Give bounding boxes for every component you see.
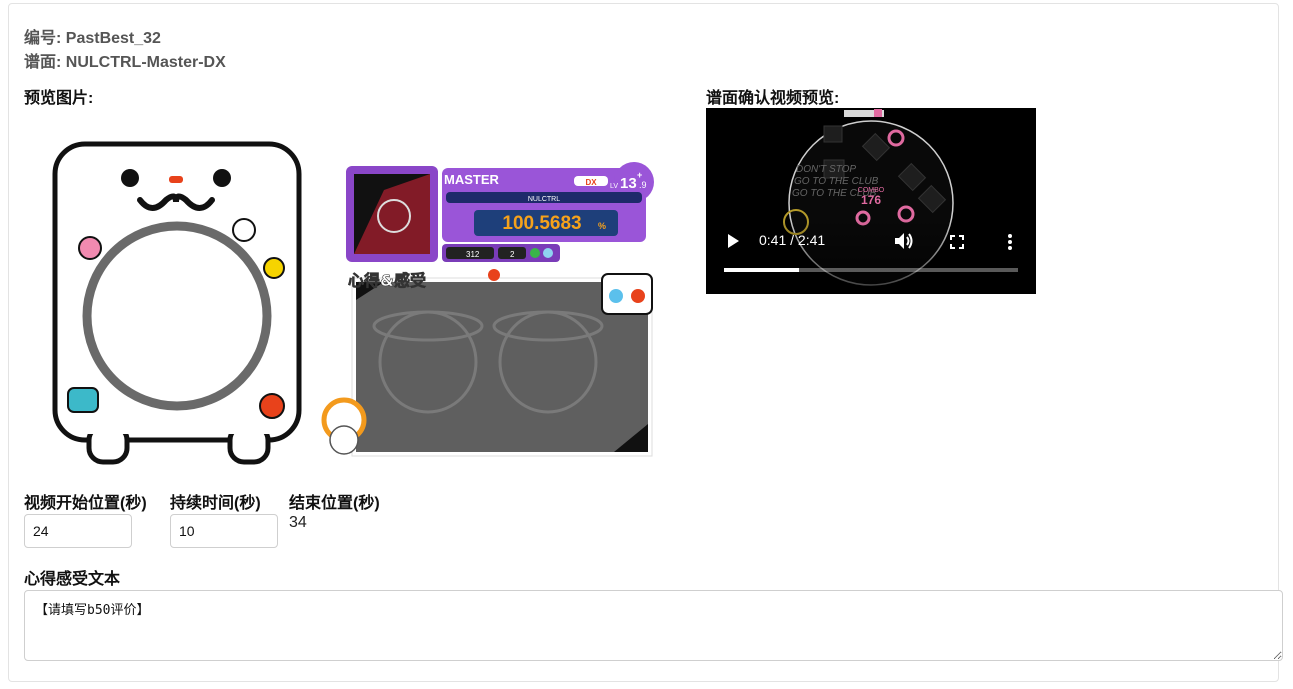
comment-panel: 心得&感受 (321, 269, 653, 457)
overlay-line-2: GO TO THE CLUB (794, 176, 879, 187)
preview-image: MASTER DX LV 13 + .9 NULCTRL 100.5683 % … (52, 141, 654, 465)
preview-image-label: 预览图片: (24, 90, 94, 107)
start-label: 视频开始位置(秒) (24, 495, 147, 512)
dx-tag: DX (585, 178, 597, 187)
play-icon[interactable] (726, 233, 740, 249)
fullscreen-icon[interactable] (950, 235, 964, 249)
video-progress-track[interactable] (724, 268, 1018, 272)
start-input[interactable] (24, 514, 132, 548)
difficulty-text: MASTER (444, 172, 500, 187)
song-title: NULCTRL (528, 196, 560, 203)
level-plus: + (637, 170, 642, 180)
video-preview-label: 谱面确认视频预览: (706, 90, 840, 107)
achievement-unit: % (598, 221, 606, 231)
video-time: 0:41 / 2:41 (759, 232, 826, 248)
comment-label: 心得感受文本 (24, 571, 121, 588)
entry-id: 编号: PastBest_32 (24, 30, 161, 47)
stat-b: 2 (510, 250, 515, 259)
comment-textarea[interactable]: 【请填写b50评价】 (24, 590, 1283, 661)
end-value: 34 (289, 514, 307, 531)
combo-value: 176 (861, 193, 881, 207)
video-player[interactable]: DON'T STOP GO TO THE CLUB GO TO THE CLUB… (706, 108, 1036, 294)
video-progress-fill (724, 268, 799, 272)
overlay-line-1: DON'T STOP (796, 164, 856, 175)
chart-name: 谱面: NULCTRL-Master-DX (24, 54, 226, 71)
volume-icon[interactable] (894, 232, 914, 250)
level-sub: .9 (639, 180, 647, 190)
mascot-frame (52, 141, 302, 465)
more-icon[interactable] (1007, 233, 1013, 251)
comment-title: 心得&感受 (348, 271, 426, 290)
duration-label: 持续时间(秒) (170, 495, 261, 512)
stat-a: 312 (466, 250, 480, 259)
level-text: 13 (620, 175, 637, 192)
score-card: MASTER DX LV 13 + .9 NULCTRL 100.5683 % … (346, 162, 654, 262)
achievement-text: 100.5683 (502, 213, 581, 234)
video-frame: DON'T STOP GO TO THE CLUB GO TO THE CLUB… (706, 109, 1036, 294)
end-label: 结束位置(秒) (289, 495, 380, 512)
duration-input[interactable] (170, 514, 278, 548)
level-prefix: LV (610, 183, 618, 190)
